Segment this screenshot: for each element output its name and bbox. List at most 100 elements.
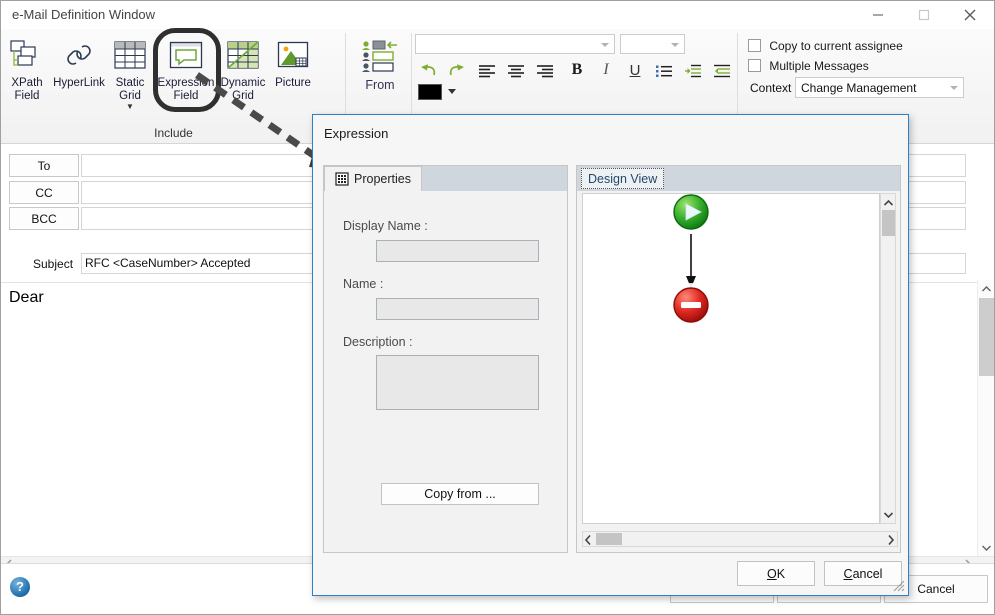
undo-button[interactable] bbox=[415, 59, 441, 83]
chevron-down-icon bbox=[950, 86, 958, 90]
name-input[interactable] bbox=[376, 298, 539, 320]
context-label: Context bbox=[750, 81, 792, 95]
from-button[interactable]: From bbox=[354, 35, 406, 92]
redo-button[interactable] bbox=[444, 59, 470, 83]
context-combo[interactable]: Change Management bbox=[795, 77, 964, 98]
static-grid-label-1: Static bbox=[115, 77, 145, 89]
description-input[interactable] bbox=[376, 355, 539, 410]
maximize-button[interactable] bbox=[901, 1, 947, 29]
design-vertical-scrollbar[interactable] bbox=[880, 193, 896, 524]
expression-field-button[interactable]: Expression Field bbox=[153, 33, 219, 103]
xpath-field-label-1: XPath bbox=[11, 77, 43, 89]
static-grid-icon bbox=[109, 33, 151, 77]
multiple-messages-checkbox[interactable]: Multiple Messages bbox=[748, 59, 869, 73]
subject-label: Subject bbox=[33, 257, 74, 271]
window-title: e-Mail Definition Window bbox=[12, 7, 156, 22]
cc-button[interactable]: CC bbox=[9, 181, 79, 204]
chevron-down-icon bbox=[601, 43, 609, 47]
static-grid-dropdown-arrow[interactable]: ▼ bbox=[109, 103, 151, 111]
from-label: From bbox=[365, 78, 395, 92]
expression-field-label-2: Field bbox=[173, 90, 199, 102]
expression-field-icon bbox=[153, 33, 219, 77]
underline-icon: U bbox=[629, 61, 641, 79]
design-horizontal-scrollbar[interactable] bbox=[582, 531, 898, 547]
scroll-thumb[interactable] bbox=[596, 533, 622, 545]
display-name-input[interactable] bbox=[376, 240, 539, 262]
align-left-button[interactable] bbox=[474, 59, 500, 83]
align-right-button[interactable] bbox=[532, 59, 558, 83]
bullet-list-button[interactable] bbox=[651, 59, 677, 83]
bold-button[interactable]: B bbox=[564, 58, 590, 82]
scroll-up-arrow[interactable] bbox=[881, 194, 895, 211]
dialog-cancel-button[interactable]: Cancel bbox=[824, 561, 902, 586]
tab-design-view[interactable]: Design View bbox=[581, 168, 665, 189]
title-bar: e-Mail Definition Window bbox=[1, 1, 994, 29]
italic-button[interactable]: I bbox=[593, 58, 619, 82]
scroll-thumb[interactable] bbox=[882, 210, 895, 236]
font-name-combo[interactable] bbox=[415, 34, 615, 54]
close-button[interactable] bbox=[947, 1, 993, 29]
xpath-field-button[interactable]: XPath Field bbox=[3, 33, 51, 103]
scroll-right-arrow[interactable] bbox=[887, 534, 895, 548]
ok-label: OK bbox=[766, 566, 786, 581]
hyperlink-button[interactable]: HyperLink bbox=[51, 33, 107, 90]
multiple-messages-label: Multiple Messages bbox=[769, 59, 869, 73]
redo-icon bbox=[449, 64, 464, 76]
checkbox-box bbox=[748, 39, 761, 52]
name-label: Name : bbox=[343, 277, 384, 291]
hyperlink-icon bbox=[51, 33, 107, 77]
picture-icon bbox=[269, 33, 317, 77]
decrease-indent-button[interactable] bbox=[709, 59, 735, 83]
minimize-button[interactable] bbox=[855, 1, 901, 29]
email-definition-window: e-Mail Definition Window XPath Field Hyp… bbox=[0, 0, 995, 615]
xpath-field-label-2: Field bbox=[14, 90, 40, 102]
to-button[interactable]: To bbox=[9, 154, 79, 177]
undo-icon bbox=[421, 64, 436, 76]
description-label: Description : bbox=[343, 335, 413, 349]
copy-from-button[interactable]: Copy from ... bbox=[381, 483, 539, 505]
scroll-down-arrow[interactable] bbox=[978, 539, 994, 556]
resize-grip-icon[interactable] bbox=[893, 580, 905, 592]
copy-to-current-assignee-checkbox[interactable]: Copy to current assignee bbox=[748, 39, 903, 53]
xpath-field-icon bbox=[3, 33, 51, 77]
dynamic-grid-button[interactable]: Dynamic Grid bbox=[217, 33, 269, 103]
expression-field-label-1: Expression bbox=[157, 77, 215, 89]
copy-from-label: Copy from ... bbox=[424, 487, 496, 501]
minimize-icon bbox=[873, 14, 883, 16]
bullet-list-icon bbox=[656, 65, 672, 77]
checkbox-box bbox=[748, 59, 761, 72]
workflow-diagram bbox=[669, 190, 713, 327]
tab-properties[interactable]: Properties bbox=[324, 166, 422, 191]
properties-tab-icon bbox=[335, 172, 349, 186]
scroll-down-arrow[interactable] bbox=[881, 506, 895, 523]
decrease-indent-icon bbox=[714, 64, 730, 78]
scroll-left-arrow[interactable] bbox=[584, 534, 592, 548]
ok-button[interactable]: OK bbox=[737, 561, 815, 586]
dynamic-grid-label-1: Dynamic bbox=[220, 77, 266, 89]
text-color-dropdown-arrow[interactable] bbox=[448, 89, 456, 94]
underline-button[interactable]: U bbox=[622, 58, 648, 82]
cc-label: CC bbox=[35, 185, 53, 200]
design-canvas[interactable] bbox=[582, 190, 880, 524]
static-grid-button[interactable]: Static Grid ▼ bbox=[109, 33, 151, 111]
bcc-button[interactable]: BCC bbox=[9, 207, 79, 230]
increase-indent-button[interactable] bbox=[680, 59, 706, 83]
picture-button[interactable]: Picture bbox=[269, 33, 317, 90]
ribbon-group-include: XPath Field HyperLink Static Grid ▼ Expr… bbox=[1, 29, 346, 144]
align-center-button[interactable] bbox=[503, 59, 529, 83]
dynamic-grid-label-2: Grid bbox=[232, 90, 254, 102]
scroll-thumb[interactable] bbox=[979, 298, 994, 376]
close-icon bbox=[964, 9, 976, 21]
copy-to-current-assignee-label: Copy to current assignee bbox=[769, 39, 903, 53]
to-label: To bbox=[37, 158, 51, 173]
context-value: Change Management bbox=[801, 81, 917, 95]
body-vertical-scrollbar[interactable] bbox=[977, 280, 994, 556]
expression-dialog: Expression Properties Display Name : Nam… bbox=[312, 114, 909, 596]
increase-indent-icon bbox=[685, 64, 701, 78]
help-icon[interactable]: ? bbox=[10, 577, 30, 597]
text-color-swatch-icon[interactable] bbox=[418, 84, 442, 100]
scroll-up-arrow[interactable] bbox=[978, 280, 994, 297]
mail-body[interactable]: Dear bbox=[9, 289, 44, 307]
italic-icon: I bbox=[603, 61, 609, 78]
font-size-combo[interactable] bbox=[620, 34, 685, 54]
